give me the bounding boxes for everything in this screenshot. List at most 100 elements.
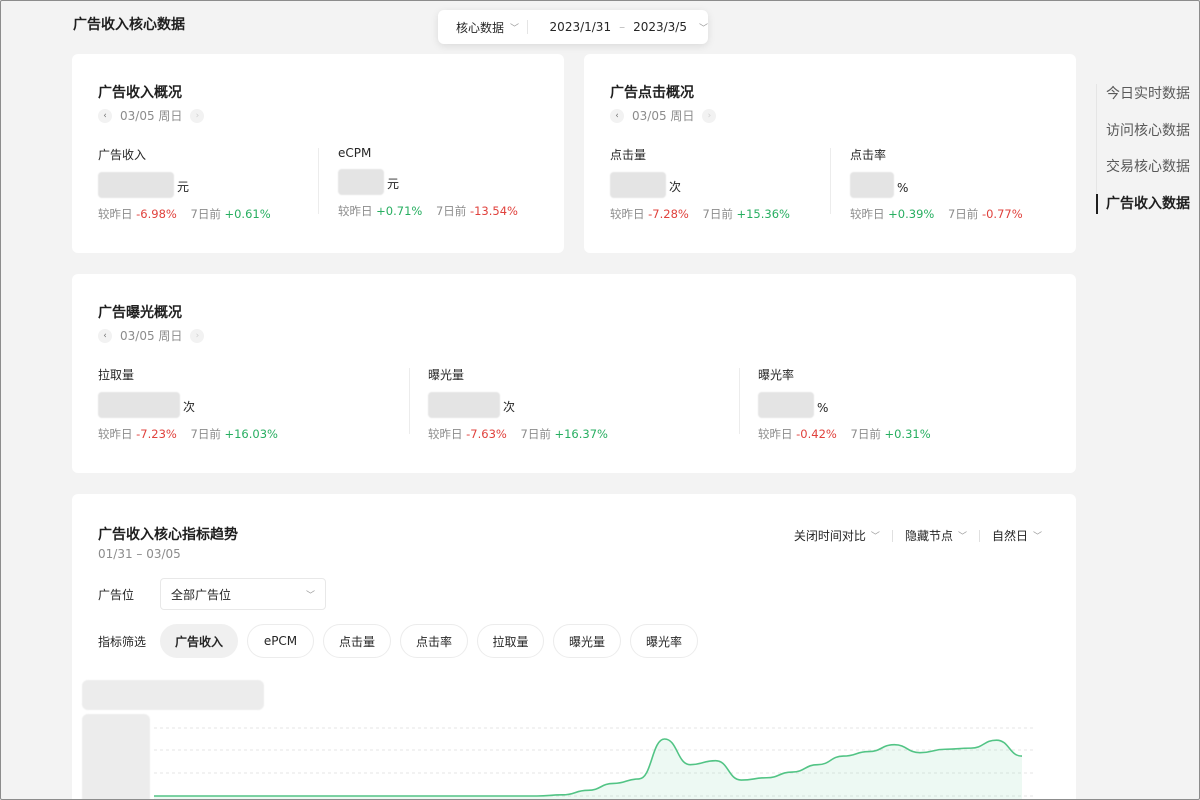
date-nav: ‹ 03/05 周日 › [610, 107, 717, 124]
page-title: 广告收入核心数据 [73, 17, 185, 33]
date-label: 03/05 周日 [120, 109, 183, 123]
date-separator: – [619, 20, 626, 34]
chevron-left-icon[interactable]: ‹ [98, 108, 112, 123]
metric-compare: 较昨日 +0.71% 7日前 -13.54% [338, 203, 518, 219]
blurred-value [758, 392, 814, 418]
exposure-overview-card: 广告曝光概况 ‹ 03/05 周日 › 拉取量 次 较昨日 -7.23% 7日前… [72, 274, 1076, 473]
metric-unit: 次 [503, 400, 516, 414]
metric-label: 点击率 [850, 148, 887, 162]
chevron-right-icon[interactable]: › [190, 328, 205, 343]
metric-ecpm: eCPM 元 较昨日 +0.71% 7日前 -13.54% [338, 146, 518, 219]
cmp-day-label: 较昨日 [338, 204, 373, 218]
metric-compare: 较昨日 -7.63% 7日前 +16.37% [428, 426, 608, 442]
metric-unit: % [897, 181, 909, 195]
scope-dropdown[interactable]: 核心数据 ﹀ [438, 19, 527, 36]
date-start: 2023/1/31 [549, 20, 612, 34]
date-range-picker[interactable]: 2023/1/31 – 2023/3/5 ﹀ [550, 20, 708, 34]
date-label: 03/05 周日 [120, 329, 183, 343]
metric-compare: 较昨日 -7.28% 7日前 +15.36% [610, 206, 790, 222]
cmp-day-value: +0.39% [888, 207, 935, 221]
chevron-left-icon[interactable]: ‹ [610, 108, 624, 123]
cmp-week-value: +15.36% [736, 207, 790, 221]
blurred-value [98, 392, 180, 418]
cmp-week-label: 7日前 [850, 427, 881, 441]
cmp-day-value: -0.42% [796, 427, 837, 441]
divider [739, 368, 740, 434]
chevron-right-icon[interactable]: › [190, 108, 205, 123]
divider [409, 368, 410, 434]
side-nav: 今日实时数据 访问核心数据 交易核心数据 广告收入数据 [1096, 84, 1190, 230]
chevron-left-icon[interactable]: ‹ [98, 328, 112, 343]
cmp-day-label: 较昨日 [98, 207, 133, 221]
metric-compare: 较昨日 -6.98% 7日前 +0.61% [98, 206, 271, 222]
date-end: 2023/3/5 [633, 20, 687, 34]
cmp-week-label: 7日前 [190, 427, 221, 441]
cmp-week-label: 7日前 [435, 204, 467, 218]
cmp-day-value: -7.28% [648, 207, 689, 221]
cmp-week-label: 7日前 [947, 207, 979, 221]
card-title: 广告收入概况 [98, 85, 182, 101]
cmp-week-label: 7日前 [190, 207, 221, 221]
metric-unit: 元 [177, 180, 190, 194]
cmp-day-value: -7.23% [136, 427, 177, 441]
divider [318, 148, 319, 214]
blurred-value [338, 169, 384, 195]
metric-impressions: 曝光量 次 较昨日 -7.63% 7日前 +16.37% [428, 366, 608, 442]
chevron-right-icon[interactable]: › [702, 108, 717, 123]
side-nav-item-ad-revenue[interactable]: 广告收入数据 [1096, 193, 1190, 231]
cmp-week-value: +0.31% [884, 427, 931, 441]
cmp-day-label: 较昨日 [610, 207, 645, 221]
divider [526, 20, 528, 34]
cmp-week-value: -0.77% [981, 207, 1023, 221]
blurred-value [610, 172, 666, 198]
metric-label: 曝光率 [758, 368, 795, 382]
cmp-day-label: 较昨日 [850, 207, 885, 221]
cmp-day-value: -7.63% [466, 427, 507, 441]
metric-revenue: 广告收入 元 较昨日 -6.98% 7日前 +0.61% [98, 146, 271, 222]
metric-ctr: 点击率 % 较昨日 +0.39% 7日前 -0.77% [850, 146, 1023, 222]
date-nav: ‹ 03/05 周日 › [98, 107, 205, 124]
scope-label: 核心数据 [456, 20, 505, 35]
metric-label: 曝光量 [428, 368, 465, 382]
metric-unit: 次 [183, 400, 196, 414]
side-nav-item-visits[interactable]: 访问核心数据 [1096, 121, 1190, 158]
metric-compare: 较昨日 -0.42% 7日前 +0.31% [758, 426, 931, 442]
metric-label: 广告收入 [98, 148, 147, 162]
blurred-value [98, 172, 174, 198]
trend-card: 广告收入核心指标趋势 01/31 – 03/05 关闭时间对比 ﹀ 隐藏节点 ﹀… [72, 494, 1076, 800]
metric-requests: 拉取量 次 较昨日 -7.23% 7日前 +16.03% [98, 366, 278, 442]
side-nav-item-transactions[interactable]: 交易核心数据 [1096, 157, 1190, 194]
metric-exposure-rate: 曝光率 % 较昨日 -0.42% 7日前 +0.31% [758, 366, 931, 442]
cmp-week-label: 7日前 [520, 427, 551, 441]
chevron-down-icon: ﹀ [698, 23, 708, 34]
date-nav: ‹ 03/05 周日 › [98, 327, 205, 344]
revenue-overview-card: 广告收入概况 ‹ 03/05 周日 › 广告收入 元 较昨日 -6.98% 7日… [72, 54, 564, 253]
side-nav-item-realtime[interactable]: 今日实时数据 [1096, 84, 1190, 121]
cmp-day-label: 较昨日 [98, 427, 133, 441]
date-label: 03/05 周日 [632, 109, 695, 123]
cmp-week-value: +0.61% [224, 207, 271, 221]
divider [830, 148, 831, 214]
trend-chart [154, 727, 1036, 800]
cmp-week-value: -13.54% [469, 204, 518, 218]
metric-label: 点击量 [610, 148, 647, 162]
blurred-value [428, 392, 500, 418]
metric-label: 拉取量 [98, 368, 135, 382]
metric-compare: 较昨日 -7.23% 7日前 +16.03% [98, 426, 278, 442]
metric-label: eCPM [338, 146, 372, 160]
cmp-day-label: 较昨日 [428, 427, 463, 441]
filter-bar: 核心数据 ﹀ 2023/1/31 – 2023/3/5 ﹀ [438, 10, 708, 44]
cmp-day-value: +0.71% [376, 204, 423, 218]
cmp-week-value: +16.37% [554, 427, 608, 441]
metric-unit: 元 [387, 177, 400, 191]
metric-clicks: 点击量 次 较昨日 -7.28% 7日前 +15.36% [610, 146, 790, 222]
metric-unit: % [817, 401, 829, 415]
chevron-down-icon: ﹀ [510, 23, 520, 34]
cmp-day-value: -6.98% [136, 207, 177, 221]
cmp-day-label: 较昨日 [758, 427, 793, 441]
card-title: 广告点击概况 [610, 85, 694, 101]
metric-compare: 较昨日 +0.39% 7日前 -0.77% [850, 206, 1023, 222]
blurred-value [850, 172, 894, 198]
click-overview-card: 广告点击概况 ‹ 03/05 周日 › 点击量 次 较昨日 -7.28% 7日前… [584, 54, 1076, 253]
cmp-week-value: +16.03% [224, 427, 278, 441]
